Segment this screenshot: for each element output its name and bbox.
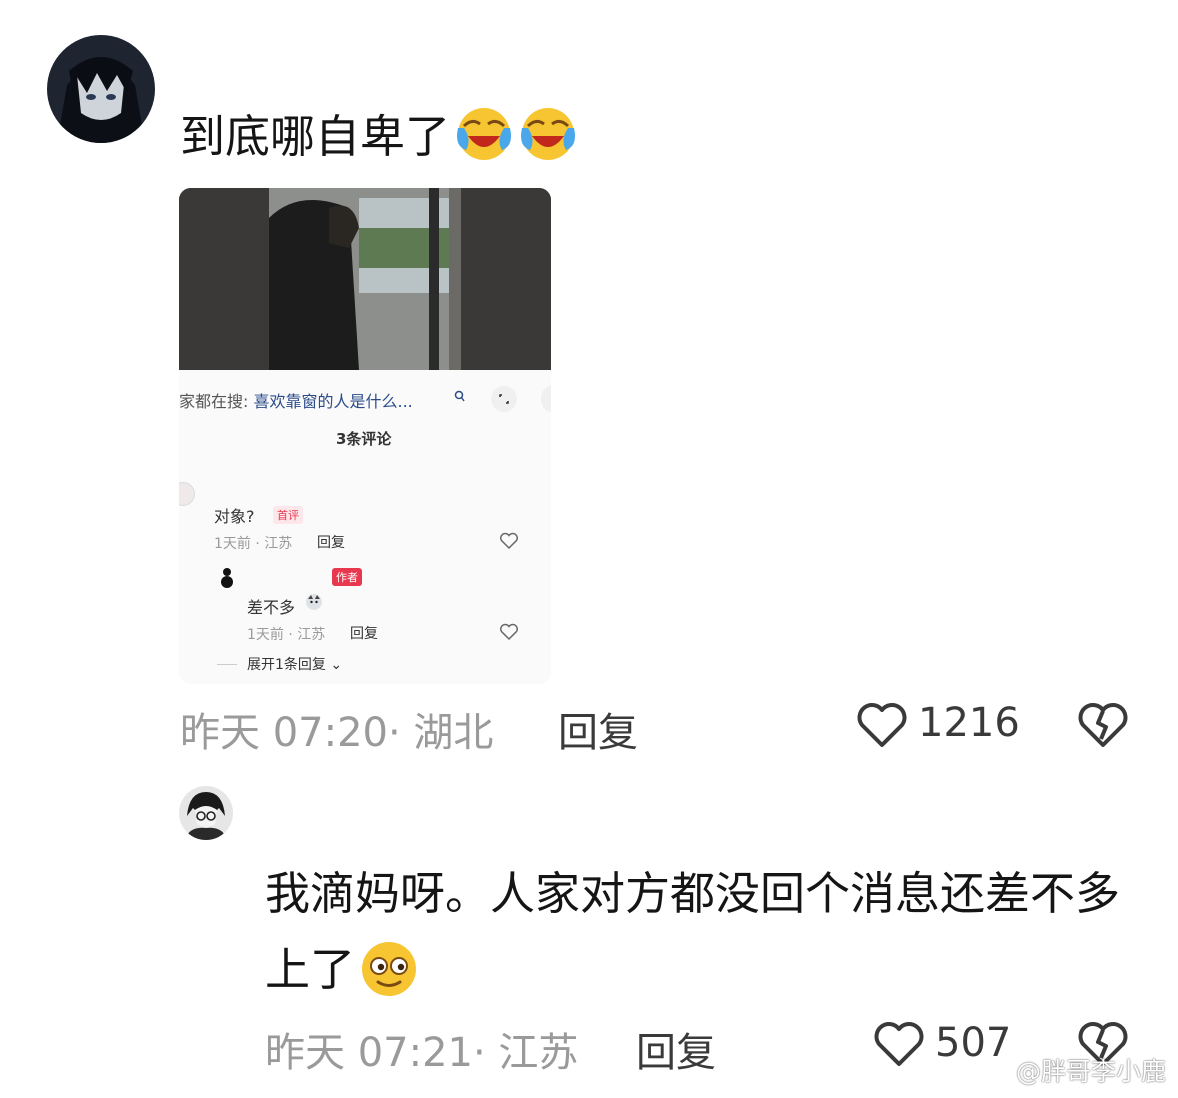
like-count: 507	[935, 1020, 1012, 1066]
attached-screenshot-image[interactable]: 家都在搜: 喜欢靠窗的人是什么... 3条评论 对象? 首评 1天前 · 江苏 …	[179, 188, 551, 684]
first-comment-badge: 首评	[273, 506, 303, 524]
screenshot-comment-meta: 1天前 · 江苏	[214, 536, 293, 552]
dog-emoji-icon	[305, 593, 323, 615]
search-prefix: 家都在搜:	[179, 392, 249, 411]
comments-title: 3条评论	[336, 430, 392, 448]
expand-replies-link[interactable]: 展开1条回复 ⌄	[247, 654, 342, 674]
tears-of-joy-emoji-icon	[518, 106, 578, 178]
avatar	[179, 482, 195, 506]
screenshot-reply-meta: 1天前 · 江苏	[247, 627, 326, 643]
more-button[interactable]	[541, 386, 551, 412]
expand-replies-label: 展开1条回复	[247, 657, 326, 673]
like-heart-icon[interactable]	[855, 699, 909, 755]
chevron-down-icon: ⌄	[330, 657, 343, 673]
heart-icon[interactable]	[499, 623, 519, 645]
like-heart-icon[interactable]	[872, 1018, 926, 1074]
comment-body: 到底哪自卑了	[180, 110, 451, 163]
divider	[217, 664, 237, 665]
screenshot-reply-link[interactable]: 回复	[350, 623, 378, 643]
like-count: 1216	[918, 700, 1020, 746]
video-thumbnail	[179, 188, 551, 370]
comment-text: 到底哪自卑了	[180, 106, 578, 178]
screenshot-reply-text: 差不多	[247, 598, 296, 617]
screenshot-reply-link[interactable]: 回复	[317, 532, 345, 552]
reply-button[interactable]: 回复	[636, 1020, 716, 1078]
smiling-face-emoji-icon	[359, 939, 419, 1022]
weibo-watermark: @胖哥李小鹿	[1015, 1057, 1166, 1086]
tears-of-joy-emoji-icon	[454, 106, 514, 178]
comment-time-location: 昨天 07:21· 江苏	[265, 1030, 579, 1076]
search-query: 喜欢靠窗的人是什么...	[253, 392, 413, 411]
reply-button[interactable]: 回复	[558, 700, 638, 758]
comment-time-location: 昨天 07:20· 湖北	[180, 710, 494, 756]
dislike-broken-heart-icon[interactable]	[1076, 699, 1130, 755]
heart-icon[interactable]	[499, 532, 519, 554]
commenter-avatar[interactable]	[47, 35, 155, 143]
commenter-avatar[interactable]	[179, 786, 233, 840]
search-suggestion[interactable]: 家都在搜: 喜欢靠窗的人是什么...	[179, 388, 413, 412]
screenshot-comment-text: 对象?	[214, 507, 255, 526]
expand-icon[interactable]	[491, 386, 517, 412]
author-avatar	[219, 566, 235, 592]
comment-text: 我滴妈呀。人家对方都没回个消息还差不多上了	[265, 856, 1135, 1022]
author-badge: 作者	[332, 568, 362, 586]
search-icon	[454, 389, 466, 408]
